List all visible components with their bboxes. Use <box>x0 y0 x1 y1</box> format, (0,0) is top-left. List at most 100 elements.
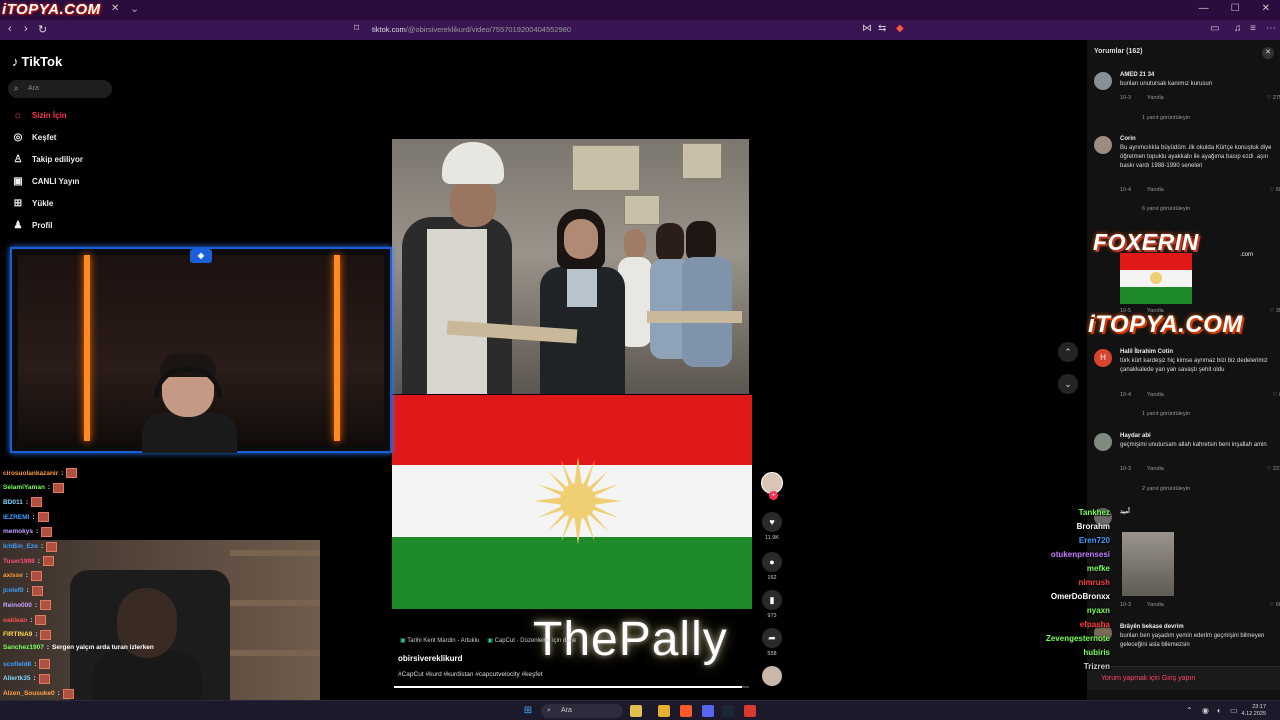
chat-username[interactable]: mefke <box>1087 564 1110 573</box>
comment-like[interactable]: ♡ 60 <box>1269 187 1280 193</box>
avatar[interactable] <box>1094 136 1112 154</box>
extension-icon[interactable]: ⋈ <box>862 23 872 34</box>
chat-username[interactable]: nimrush <box>1078 578 1110 587</box>
network-icon[interactable]: ◉ <box>1202 706 1209 715</box>
sidebar-toggle-icon[interactable]: ▭ <box>1210 23 1219 34</box>
chat-username[interactable]: Sanchez1907 <box>3 644 44 651</box>
taskbar-search[interactable]: ⌕ Ara <box>541 704 623 718</box>
chat-username[interactable]: OmerDoBronxx <box>1051 592 1110 601</box>
chat-username[interactable]: cirosuolankazanir <box>3 470 58 477</box>
chat-username[interactable]: efpasha <box>1080 620 1110 629</box>
brave-shield-icon[interactable]: ◆ <box>896 23 904 34</box>
avatar[interactable] <box>1094 433 1112 451</box>
capcut-tag[interactable]: ▣ CapCut · Düzenleme için dene <box>487 637 576 644</box>
chat-username[interactable]: BD011 <box>3 499 23 506</box>
chat-username[interactable]: IchBin_Ezo <box>3 543 38 550</box>
avatar[interactable] <box>1094 72 1112 90</box>
reload-icon[interactable]: ↻ <box>38 23 47 36</box>
view-replies-button[interactable]: 6 yanıt görüntüleyin <box>1142 206 1190 212</box>
comment-photo[interactable] <box>1122 532 1174 596</box>
location-tag[interactable]: ▣ Tarihi Kent Mardin - Artuklu <box>400 637 479 644</box>
comment-like[interactable]: ♡ 8 <box>1272 392 1280 398</box>
view-replies-button[interactable]: 1 yanıt görüntüleyin <box>1142 411 1190 417</box>
sound-button[interactable] <box>758 666 786 689</box>
comment-like[interactable]: ♡ 275 <box>1266 95 1280 101</box>
chat-username[interactable]: scofield8 <box>3 661 31 668</box>
maximize-icon[interactable]: ☐ <box>1231 3 1240 14</box>
bookmark-icon[interactable]: ⌑ <box>354 23 359 34</box>
translate-icon[interactable]: ⇆ <box>878 23 886 34</box>
folder-icon[interactable] <box>658 705 670 717</box>
chat-username[interactable]: oaklean <box>3 617 27 624</box>
sidebar-item-live[interactable]: ▣ CANLI Yayın <box>12 176 79 187</box>
chat-username[interactable]: hubiris <box>1083 648 1110 657</box>
chat-username[interactable]: IEZREMI <box>3 514 29 521</box>
comment-login-prompt[interactable]: Yorum yapmak için Giriş yapın <box>1087 666 1280 690</box>
video-author[interactable]: obirsivereklikurd <box>398 654 462 663</box>
tab-close-icon[interactable]: ✕ <box>111 3 119 14</box>
more-icon[interactable]: ⋯ <box>1266 23 1276 34</box>
new-tab-icon[interactable]: ⌄ <box>130 2 139 15</box>
chat-username[interactable]: Brorahm <box>1077 522 1110 531</box>
comment-like[interactable]: ♡ 60 <box>1269 602 1280 608</box>
reply-button[interactable]: Yanıtla <box>1147 466 1164 472</box>
reply-button[interactable]: Yanıtla <box>1147 602 1164 608</box>
avatar[interactable]: H <box>1094 349 1112 367</box>
follow-plus-icon[interactable]: + <box>769 491 778 500</box>
reply-button[interactable]: Yanıtla <box>1147 392 1164 398</box>
url-field[interactable]: tiktok.com/@obirsivereklikurd/video/7557… <box>372 25 571 34</box>
comment-author[interactable]: Brâyên bekase devrim <box>1120 624 1184 630</box>
chat-username[interactable]: Zevengesternote <box>1046 634 1110 643</box>
windows-start-icon[interactable]: ⊞ <box>522 705 534 717</box>
comment-author[interactable]: Halil İbrahim Cotin <box>1120 349 1173 355</box>
reply-button[interactable]: Yanıtla <box>1147 187 1164 193</box>
chat-username[interactable]: Trizren <box>1084 662 1110 671</box>
previous-video-button[interactable]: ⌃ <box>1058 342 1078 362</box>
save-button[interactable]: ▮ 973 <box>758 590 786 619</box>
chat-username[interactable]: Eren720 <box>1079 536 1110 545</box>
chat-username[interactable]: Tuser1998 <box>3 558 35 565</box>
comment-author[interactable]: Corin <box>1120 136 1136 142</box>
brave-icon[interactable] <box>680 705 692 717</box>
comment-like[interactable]: ♡ 221 <box>1266 466 1280 472</box>
chat-username[interactable]: Alzen_Sousuke0 <box>3 690 55 697</box>
sidebar-item-profile[interactable]: ♟ Profil <box>12 220 53 231</box>
chat-username[interactable]: memokys <box>3 528 33 535</box>
widget-icon[interactable] <box>630 705 642 717</box>
next-video-button[interactable]: ⌄ <box>1058 374 1078 394</box>
chat-username[interactable]: Reino000 <box>3 602 32 609</box>
view-replies-button[interactable]: 1 yanıt görüntüleyin <box>1142 115 1190 121</box>
forward-icon[interactable]: › <box>24 23 28 35</box>
video-progress-bar[interactable] <box>394 686 749 688</box>
comment-author[interactable]: Haydar abi <box>1120 433 1151 439</box>
comment-like[interactable]: ♡ 35 <box>1269 308 1280 314</box>
chat-username[interactable]: jcolef0 <box>3 587 24 594</box>
sidebar-item-for-you[interactable]: ⌂ Sizin İçin <box>12 110 67 121</box>
comment-author[interactable]: AMED 21 34 <box>1120 72 1154 78</box>
sidebar-item-explore[interactable]: ◎ Keşfet <box>12 132 57 143</box>
video-scene[interactable] <box>392 139 749 394</box>
sidebar-item-following[interactable]: ♙ Takip ediliyor <box>12 154 83 165</box>
chevron-up-icon[interactable]: ⌃ <box>1186 706 1193 715</box>
close-comments-icon[interactable]: ✕ <box>1262 47 1274 59</box>
chat-username[interactable]: SelamiYaman <box>3 484 45 491</box>
chat-username[interactable]: otukenprensesi <box>1051 550 1110 559</box>
volume-icon[interactable]: ◖ <box>1216 706 1221 715</box>
chat-username[interactable]: axissv <box>3 572 23 579</box>
menu-icon[interactable]: ≡ <box>1250 23 1256 34</box>
close-window-icon[interactable]: ✕ <box>1262 3 1270 14</box>
share-button[interactable]: ➦ 558 <box>758 628 786 657</box>
chat-username[interactable]: nyaxn <box>1087 606 1110 615</box>
battery-icon[interactable]: ▭ <box>1230 706 1238 715</box>
like-button[interactable]: ♥ 11.9K <box>758 512 786 541</box>
chat-username[interactable]: Tankhez <box>1079 508 1110 517</box>
video-hashtags[interactable]: #CapCut #kurd #kurdistan #capcutvelocity… <box>398 671 543 678</box>
comment-author[interactable]: أمید <box>1120 508 1130 515</box>
tiktok-logo[interactable]: ♪ TikTok <box>12 54 62 69</box>
sidebar-item-upload[interactable]: ⊞ Yükle <box>12 198 54 209</box>
media-icon[interactable]: ♫ <box>1234 23 1242 34</box>
view-replies-button[interactable]: 2 yanıt görüntüleyin <box>1142 486 1190 492</box>
author-avatar-button[interactable]: + <box>758 472 786 500</box>
clock[interactable]: 23:17 4.12.2025 <box>1242 704 1266 718</box>
reply-button[interactable]: Yanıtla <box>1147 95 1164 101</box>
